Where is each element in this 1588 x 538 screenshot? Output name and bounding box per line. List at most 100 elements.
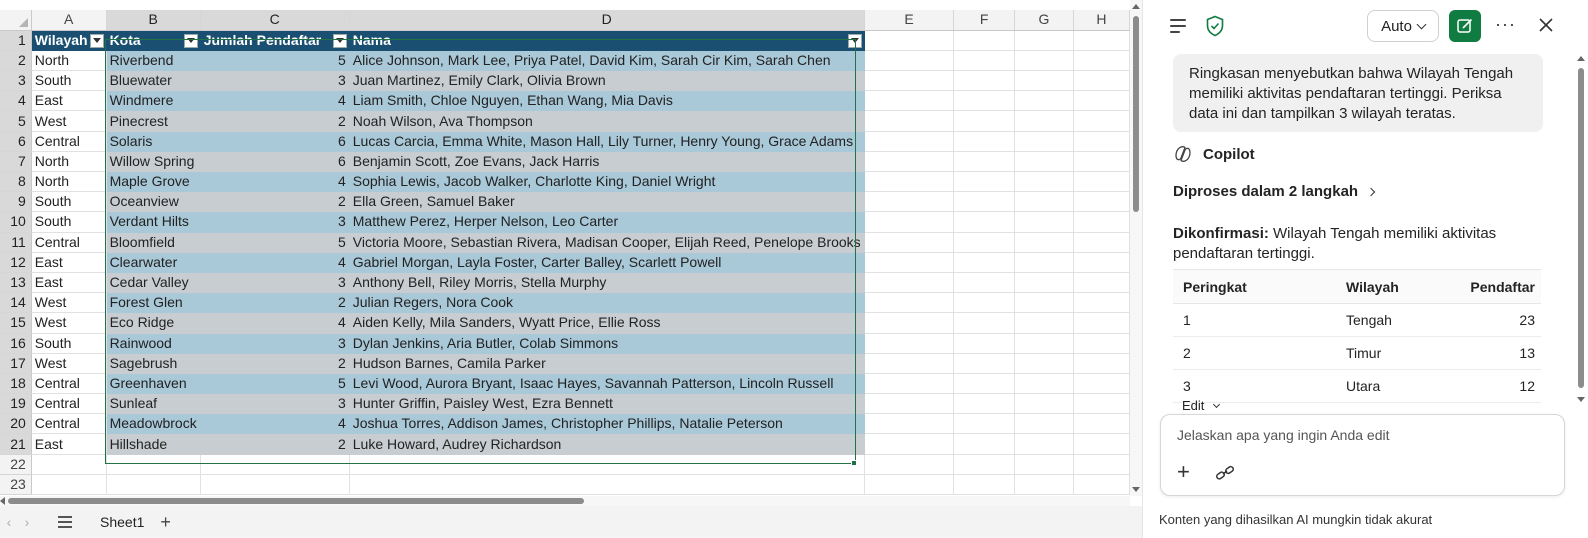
empty-cell[interactable] <box>953 252 1015 273</box>
add-sheet-icon[interactable]: + <box>160 512 171 533</box>
prompt-input[interactable]: Jelaskan apa yang ingin Anda edit <box>1177 427 1390 443</box>
empty-cell[interactable] <box>864 252 955 273</box>
empty-cell[interactable] <box>1073 110 1130 132</box>
table-cell[interactable]: Liam Smith, Chloe Nguyen, Ethan Wang, Mi… <box>349 90 865 112</box>
table-cell[interactable]: 2 <box>200 292 350 314</box>
empty-cell[interactable] <box>106 454 201 475</box>
table-cell[interactable]: 4 <box>200 171 350 193</box>
table-cell[interactable]: Cedar Valley <box>106 272 201 294</box>
table-cell[interactable]: Lucas Carcia, Emma White, Mason Hall, Li… <box>349 131 865 152</box>
worksheet-grid[interactable]: A B C D E F G H 1 Wilayah Kota Jumlah Penda… <box>0 10 1130 496</box>
table-cell[interactable]: 6 <box>200 151 350 173</box>
row-header[interactable]: 2 <box>0 50 32 72</box>
table-cell[interactable]: Julian Regers, Nora Cook <box>349 292 865 314</box>
table-cell[interactable]: 4 <box>200 312 350 334</box>
empty-cell[interactable] <box>864 90 955 112</box>
table-cell[interactable]: Noah Wilson, Ava Thompson <box>349 110 865 132</box>
empty-cell[interactable] <box>864 433 955 455</box>
empty-cell[interactable] <box>1073 252 1130 273</box>
table-cell[interactable]: Greenhaven <box>106 373 201 395</box>
row-header[interactable]: 15 <box>0 312 32 334</box>
table-cell[interactable]: South <box>31 333 107 354</box>
empty-cell[interactable] <box>1073 474 1130 496</box>
empty-cell[interactable] <box>953 312 1015 334</box>
empty-cell[interactable] <box>1073 70 1130 92</box>
table-cell[interactable]: Rainwood <box>106 333 201 354</box>
empty-cell[interactable] <box>1073 292 1130 314</box>
table-cell[interactable]: 3 <box>200 70 350 92</box>
table-cell[interactable]: Maple Grove <box>106 171 201 193</box>
empty-cell[interactable] <box>864 373 955 395</box>
table-cell[interactable]: Eco Ridge <box>106 312 201 334</box>
table-cell[interactable]: West <box>31 292 107 314</box>
empty-cell[interactable] <box>1014 30 1074 51</box>
table-cell[interactable]: 5 <box>200 50 350 72</box>
table-cell[interactable]: North <box>31 50 107 72</box>
table-cell[interactable]: Bluewater <box>106 70 201 92</box>
next-sheet-icon[interactable]: › <box>18 514 36 530</box>
row-header[interactable]: 10 <box>0 211 32 233</box>
row-header[interactable]: 11 <box>0 232 32 253</box>
empty-cell[interactable] <box>864 70 955 92</box>
empty-cell[interactable] <box>953 373 1015 395</box>
filter-dropdown-icon[interactable] <box>332 33 347 48</box>
empty-cell[interactable] <box>1073 30 1130 51</box>
empty-cell[interactable] <box>1073 393 1130 415</box>
table-cell[interactable]: South <box>31 70 107 92</box>
shield-check-icon[interactable] <box>1205 15 1225 37</box>
table-header-cell[interactable]: Nama <box>349 30 865 51</box>
empty-cell[interactable] <box>1014 272 1074 294</box>
table-header-cell[interactable]: Wilayah <box>31 30 107 51</box>
empty-cell[interactable] <box>953 433 1015 455</box>
scroll-down-arrow-icon[interactable] <box>1132 487 1140 492</box>
table-cell[interactable]: 2 <box>200 353 350 374</box>
empty-cell[interactable] <box>1014 90 1074 112</box>
empty-cell[interactable] <box>1014 151 1074 173</box>
column-header-b[interactable]: B <box>106 10 201 31</box>
copilot-scrollbar[interactable] <box>1573 52 1588 402</box>
table-cell[interactable]: Central <box>31 393 107 415</box>
filter-dropdown-icon[interactable] <box>183 33 198 48</box>
all-sheets-menu-icon[interactable] <box>58 516 72 528</box>
new-chat-button[interactable] <box>1449 10 1481 42</box>
table-cell[interactable]: North <box>31 151 107 173</box>
table-cell[interactable]: Central <box>31 413 107 435</box>
table-header-cell[interactable]: Kota <box>106 30 201 51</box>
empty-cell[interactable] <box>1014 110 1074 132</box>
empty-cell[interactable] <box>1014 70 1074 92</box>
empty-cell[interactable] <box>1014 393 1074 415</box>
table-cell[interactable]: Ella Green, Samuel Baker <box>349 191 865 213</box>
empty-cell[interactable] <box>864 191 955 213</box>
empty-cell[interactable] <box>1014 232 1074 253</box>
empty-cell[interactable] <box>953 292 1015 314</box>
empty-cell[interactable] <box>1073 211 1130 233</box>
empty-cell[interactable] <box>1073 413 1130 435</box>
empty-cell[interactable] <box>953 191 1015 213</box>
empty-cell[interactable] <box>953 413 1015 435</box>
table-cell[interactable]: 2 <box>200 433 350 455</box>
row-header[interactable]: 12 <box>0 252 32 273</box>
table-header-cell[interactable]: Jumlah Pendaftar <box>200 30 350 51</box>
processing-steps-toggle[interactable]: Diproses dalam 2 langkah <box>1173 183 1376 200</box>
empty-cell[interactable] <box>953 232 1015 253</box>
table-cell[interactable]: Riverbend <box>106 50 201 72</box>
empty-cell[interactable] <box>1073 433 1130 455</box>
table-cell[interactable]: Solaris <box>106 131 201 152</box>
table-cell[interactable]: East <box>31 272 107 294</box>
table-cell[interactable]: Verdant Hilts <box>106 211 201 233</box>
column-header-c[interactable]: C <box>200 10 350 31</box>
column-header-f[interactable]: F <box>953 10 1015 31</box>
empty-cell[interactable] <box>953 454 1015 475</box>
empty-cell[interactable] <box>864 131 955 152</box>
table-cell[interactable]: Levi Wood, Aurora Bryant, Isaac Hayes, S… <box>349 373 865 395</box>
empty-cell[interactable] <box>953 110 1015 132</box>
empty-cell[interactable] <box>864 171 955 193</box>
row-header[interactable]: 3 <box>0 70 32 92</box>
row-header[interactable]: 20 <box>0 413 32 435</box>
empty-cell[interactable] <box>1073 131 1130 152</box>
table-cell[interactable]: West <box>31 353 107 374</box>
vertical-scrollbar[interactable] <box>1130 0 1142 496</box>
table-cell[interactable]: 4 <box>200 252 350 273</box>
empty-cell[interactable] <box>1073 454 1130 475</box>
row-header[interactable]: 8 <box>0 171 32 193</box>
